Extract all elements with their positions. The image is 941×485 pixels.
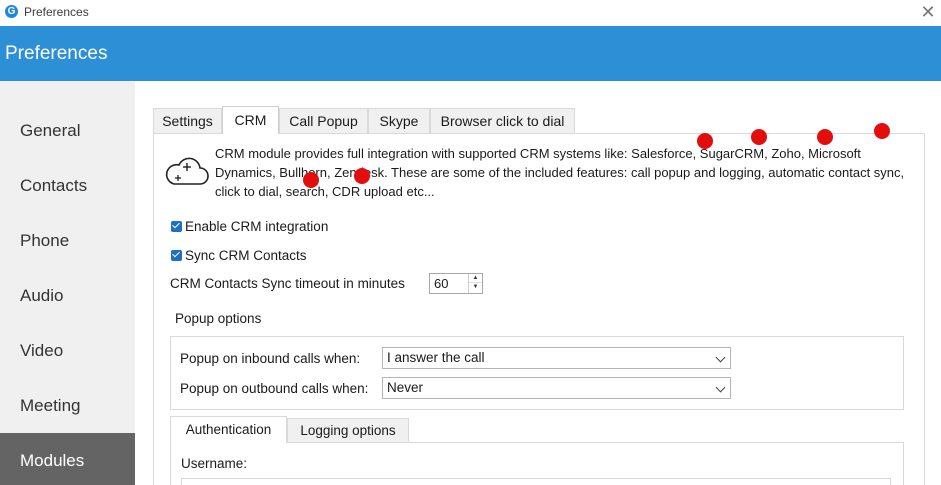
marker-dot (303, 172, 319, 188)
sidebar-item-phone[interactable]: Phone (0, 213, 135, 268)
sync-contacts-label: Sync CRM Contacts (185, 248, 307, 263)
marker-dot (354, 168, 370, 184)
stepper-down-icon[interactable]: ▼ (469, 283, 482, 292)
sidebar-item-meeting[interactable]: Meeting (0, 378, 135, 433)
outbound-popup-select[interactable]: Never (382, 377, 731, 399)
sidebar-item-video[interactable]: Video (0, 323, 135, 378)
outbound-popup-value: Never (387, 380, 424, 395)
username-label: Username: (181, 456, 248, 471)
page-header: Preferences (0, 26, 941, 81)
inbound-popup-value: I answer the call (387, 350, 485, 365)
tab-crm[interactable]: CRM (222, 106, 279, 134)
app-logo-icon: G (5, 5, 18, 18)
sidebar: General Contacts Phone Audio Video Meeti… (0, 81, 135, 485)
marker-dot (751, 129, 767, 145)
preferences-window: G Preferences ✕ Preferences General Cont… (0, 0, 941, 485)
sidebar-item-general[interactable]: General (0, 103, 135, 158)
sidebar-item-modules[interactable]: Modules (0, 433, 135, 485)
crm-description: CRM module provides full integration wit… (215, 146, 905, 199)
subtab-authentication[interactable]: Authentication (170, 416, 287, 443)
chevron-down-icon (715, 352, 726, 363)
username-field[interactable] (181, 478, 891, 485)
sync-timeout-value[interactable]: 60 (434, 276, 448, 291)
tab-settings[interactable]: Settings (153, 108, 222, 133)
sync-timeout-label: CRM Contacts Sync timeout in minutes (170, 276, 405, 291)
sync-timeout-stepper[interactable]: 60 ▲ ▼ (429, 273, 483, 294)
title-bar: G Preferences ✕ (0, 0, 941, 26)
chevron-down-icon (715, 382, 726, 393)
page-title: Preferences (5, 43, 108, 64)
sidebar-item-audio[interactable]: Audio (0, 268, 135, 323)
main-content: Settings CRM Call Popup Skype Browser cl… (135, 81, 941, 485)
tab-browser-click-to-dial[interactable]: Browser click to dial (430, 108, 575, 133)
stepper-up-icon[interactable]: ▲ (469, 274, 482, 283)
marker-dot (874, 123, 890, 139)
marker-dot (697, 133, 713, 149)
tab-call-popup[interactable]: Call Popup (279, 108, 368, 133)
popup-options-title: Popup options (175, 311, 262, 326)
inbound-popup-select[interactable]: I answer the call (382, 347, 731, 369)
cloud-plus-icon (165, 157, 209, 185)
subtab-logging-options[interactable]: Logging options (287, 418, 409, 442)
outbound-popup-label: Popup on outbound calls when: (180, 381, 369, 396)
enable-crm-label: Enable CRM integration (185, 219, 329, 234)
window-title: Preferences (24, 5, 89, 19)
enable-crm-checkbox[interactable] (171, 220, 182, 232)
sidebar-item-contacts[interactable]: Contacts (0, 158, 135, 213)
tab-skype[interactable]: Skype (368, 108, 430, 133)
marker-dot (817, 129, 833, 145)
sync-contacts-checkbox[interactable] (171, 249, 182, 261)
inbound-popup-label: Popup on inbound calls when: (180, 351, 361, 366)
close-icon[interactable]: ✕ (917, 1, 939, 23)
